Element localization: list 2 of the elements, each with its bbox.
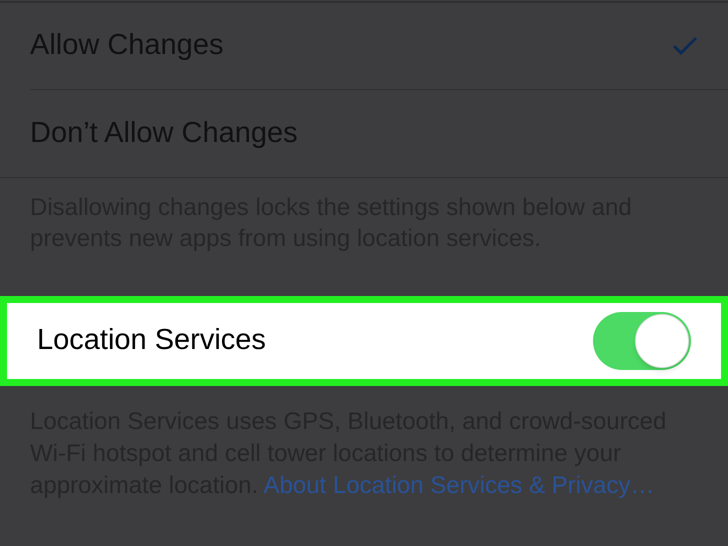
- setting-label: Location Services: [37, 323, 266, 358]
- privacy-link[interactable]: About Location Services & Privacy…: [263, 472, 654, 499]
